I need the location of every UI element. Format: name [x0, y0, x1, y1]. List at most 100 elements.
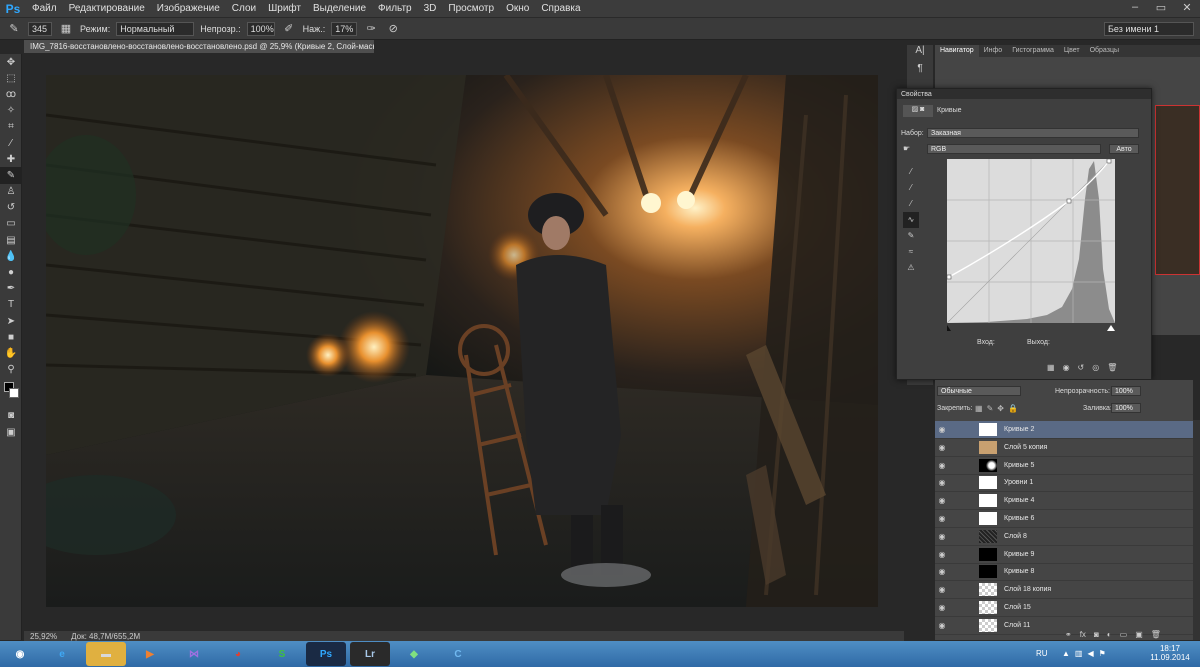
layer-thumbnail[interactable]	[979, 547, 997, 561]
crop-icon[interactable]: ⌗	[0, 119, 22, 135]
color-swatches[interactable]	[0, 378, 21, 408]
lock-position-icon[interactable]: ✥	[997, 404, 1004, 413]
view-previous-icon[interactable]: ◉	[1063, 363, 1070, 372]
layer-visibility-icon[interactable]: ◉	[935, 603, 949, 612]
layer-name[interactable]: Кривые 6	[1004, 515, 1034, 522]
smooth-curve-icon[interactable]: ≈	[903, 244, 919, 260]
clone-stamp-icon[interactable]: ♙	[0, 184, 22, 200]
tab-histogram[interactable]: Гистограмма	[1007, 45, 1059, 57]
menu-select[interactable]: Выделение	[307, 3, 372, 14]
minimize-button[interactable]: –	[1122, 0, 1148, 14]
layer-row[interactable]: ◉ Слой 5 копия	[935, 439, 1193, 457]
photoshop-taskbar-icon[interactable]: Ps	[306, 642, 346, 666]
tray-arrow-icon[interactable]: ▲	[1062, 649, 1070, 658]
curves-graph[interactable]	[947, 159, 1115, 331]
layer-row[interactable]: ◉ Слой 18 копия	[935, 581, 1193, 600]
menu-type[interactable]: Шрифт	[262, 3, 307, 14]
white-point-eyedropper-icon[interactable]: ⁄	[903, 196, 919, 212]
move-icon[interactable]: ✥	[0, 54, 22, 70]
menu-view[interactable]: Просмотр	[442, 3, 500, 14]
layer-opacity-input[interactable]: 100%	[1111, 386, 1141, 396]
pressure-size-icon[interactable]: ⊘	[385, 21, 401, 37]
pen-icon[interactable]: ✒	[0, 281, 22, 297]
start-button[interactable]: ◉	[2, 642, 38, 666]
preset-select[interactable]: Заказная	[927, 128, 1139, 138]
menu-help[interactable]: Справка	[535, 3, 586, 14]
properties-titlebar[interactable]: Свойства	[897, 89, 1151, 99]
add-mask-icon[interactable]: ◙	[1094, 630, 1099, 639]
layer-visibility-icon[interactable]: ◉	[935, 621, 949, 630]
gray-point-eyedropper-icon[interactable]: ⁄	[903, 180, 919, 196]
tab-info[interactable]: Инфо	[979, 45, 1008, 57]
menu-file[interactable]: Файл	[26, 3, 63, 14]
blur-icon[interactable]: 💧	[0, 248, 22, 264]
layer-name[interactable]: Слой 18 копия	[1004, 586, 1051, 593]
menu-image[interactable]: Изображение	[151, 3, 226, 14]
layer-name[interactable]: Кривые 8	[1004, 568, 1034, 575]
layer-row[interactable]: ◉ Кривые 6	[935, 510, 1193, 528]
layer-visibility-icon[interactable]: ◉	[935, 514, 949, 523]
history-brush-icon[interactable]: ↺	[0, 200, 22, 216]
tray-network-icon[interactable]: ▥	[1075, 649, 1083, 658]
menu-filter[interactable]: Фильтр	[372, 3, 418, 14]
lock-all-icon[interactable]: 🔒	[1008, 404, 1018, 413]
layer-visibility-icon[interactable]: ◉	[935, 461, 949, 470]
delete-adjustment-icon[interactable]: 🗑	[1107, 363, 1117, 372]
link-layers-icon[interactable]: ⚭	[1065, 630, 1072, 639]
clipping-warning-icon[interactable]: ⚠	[903, 260, 919, 276]
pressure-opacity-icon[interactable]: ✐	[281, 21, 297, 37]
layer-style-icon[interactable]: fx	[1080, 630, 1086, 639]
layer-row[interactable]: ◉ Слой 8	[935, 528, 1193, 546]
layer-name[interactable]: Кривые 9	[1004, 551, 1034, 558]
tab-navigator[interactable]: Навигатор	[935, 45, 979, 57]
shape-icon[interactable]: ■	[0, 329, 22, 345]
layer-name[interactable]: Слой 11	[1004, 622, 1030, 629]
layer-thumbnail[interactable]	[979, 529, 997, 543]
lasso-icon[interactable]: ꝏ	[0, 86, 22, 102]
internet-explorer-icon[interactable]: e	[42, 642, 82, 666]
layer-row[interactable]: ◉ Уровни 1	[935, 474, 1193, 493]
brush-size-picker[interactable]: 345	[28, 21, 52, 36]
layer-visibility-icon[interactable]: ◉	[935, 496, 949, 505]
delete-layer-icon[interactable]: 🗑	[1151, 630, 1161, 639]
layer-name[interactable]: Кривые 2	[1004, 426, 1034, 433]
zoom-level[interactable]: 25,92%	[30, 632, 57, 641]
layer-name[interactable]: Слой 8	[1004, 533, 1027, 540]
eraser-icon[interactable]: ▭	[0, 216, 22, 232]
layer-row[interactable]: ◉ Кривые 8	[935, 563, 1193, 582]
character-panel-icon[interactable]: A|	[907, 45, 933, 63]
layer-visibility-icon[interactable]: ◉	[935, 478, 949, 487]
brush-icon[interactable]: ✎	[0, 167, 22, 184]
layer-thumbnail[interactable]	[979, 423, 997, 436]
layer-thumbnail[interactable]	[979, 458, 997, 472]
opacity-input[interactable]: 100%	[246, 21, 275, 36]
navigator-thumbnail[interactable]	[1155, 105, 1200, 275]
fill-input[interactable]: 100%	[1111, 403, 1141, 413]
pressure-input[interactable]: 17%	[331, 21, 358, 36]
layer-visibility-icon[interactable]: ◉	[935, 532, 949, 541]
clip-to-layer-icon[interactable]: ▦	[1047, 363, 1055, 372]
workspace-select[interactable]: Без имени 1	[1104, 21, 1194, 36]
skype-icon[interactable]: S	[262, 642, 302, 666]
screen-mode-icon[interactable]: ▣	[0, 424, 22, 440]
hand-icon[interactable]: ✋	[0, 345, 22, 361]
layer-visibility-icon[interactable]: ◉	[935, 443, 949, 452]
brush-tool-icon[interactable]: ✎	[6, 21, 22, 37]
layer-thumbnail[interactable]	[979, 565, 997, 579]
background-color-swatch[interactable]	[9, 387, 19, 398]
tab-swatches[interactable]: Образцы	[1085, 45, 1124, 57]
layer-name[interactable]: Уровни 1	[1004, 479, 1033, 486]
tab-color[interactable]: Цвет	[1059, 45, 1085, 57]
tray-volume-icon[interactable]: ◀	[1087, 649, 1093, 658]
android-icon[interactable]: ◆	[394, 642, 434, 666]
pencil-draw-icon[interactable]: ✎	[903, 228, 919, 244]
new-layer-icon[interactable]: ▣	[1135, 630, 1143, 639]
brush-panel-icon[interactable]: ▦	[58, 21, 74, 37]
maximize-button[interactable]: ▭	[1148, 0, 1174, 14]
visibility-icon[interactable]: ◎	[1092, 363, 1099, 372]
layer-thumbnail[interactable]	[979, 476, 997, 490]
new-adjustment-icon[interactable]: ◐	[1107, 630, 1112, 639]
layer-name[interactable]: Кривые 5	[1004, 462, 1034, 469]
dodge-icon[interactable]: ●	[0, 264, 22, 280]
healing-icon[interactable]: ✚	[0, 151, 22, 167]
